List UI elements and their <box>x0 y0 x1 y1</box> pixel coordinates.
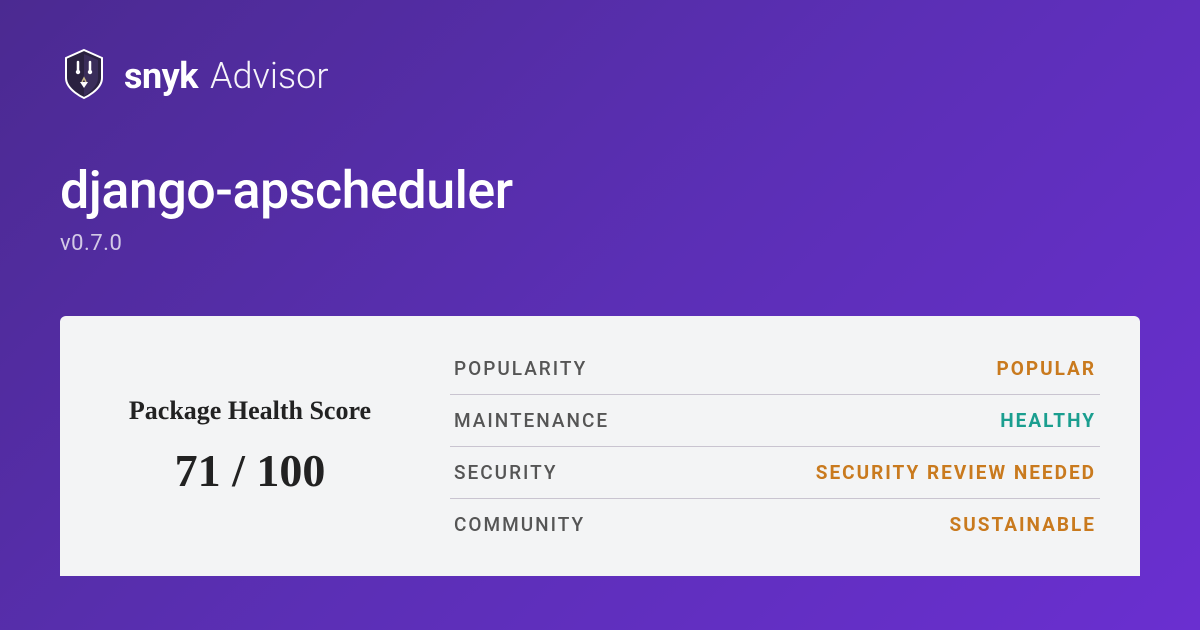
metrics-list: POPULARITY POPULAR MAINTENANCE HEALTHY S… <box>440 316 1140 576</box>
metric-label: COMMUNITY <box>454 513 585 536</box>
package-version: v0.7.0 <box>60 231 1140 256</box>
metric-label: POPULARITY <box>454 357 587 380</box>
metric-value: HEALTHY <box>1000 409 1096 432</box>
metric-row-maintenance: MAINTENANCE HEALTHY <box>450 395 1100 447</box>
metric-row-popularity: POPULARITY POPULAR <box>450 343 1100 395</box>
metric-row-community: COMMUNITY SUSTAINABLE <box>450 499 1100 550</box>
metric-value: POPULAR <box>996 357 1096 380</box>
score-value: 71 / 100 <box>175 444 326 497</box>
metric-value: SUSTAINABLE <box>950 513 1096 536</box>
score-title: Package Health Score <box>129 396 371 426</box>
package-name: django-apscheduler <box>60 160 1140 221</box>
score-panel: Package Health Score 71 / 100 <box>60 316 440 576</box>
brand-subtitle: Advisor <box>210 55 328 97</box>
snyk-logo-icon <box>60 48 108 104</box>
health-card: Package Health Score 71 / 100 POPULARITY… <box>60 316 1140 576</box>
brand-header: snyk Advisor <box>60 48 1140 104</box>
metric-label: SECURITY <box>454 461 557 484</box>
brand-name: snyk <box>124 55 198 97</box>
metric-row-security: SECURITY SECURITY REVIEW NEEDED <box>450 447 1100 499</box>
metric-label: MAINTENANCE <box>454 409 609 432</box>
metric-value: SECURITY REVIEW NEEDED <box>816 461 1096 484</box>
